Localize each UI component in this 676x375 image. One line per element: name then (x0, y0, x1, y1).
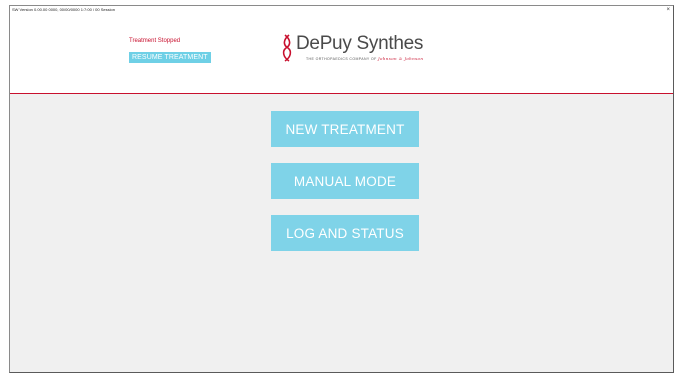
new-treatment-button[interactable]: NEW TREATMENT (271, 111, 419, 147)
app-window: SW Version 0.00.00 0000, 00/00/0000 1:7:… (9, 5, 674, 373)
logo-mark-icon (282, 34, 292, 62)
main-menu: NEW TREATMENT MANUAL MODE LOG AND STATUS (10, 94, 673, 372)
close-icon[interactable]: × (666, 7, 670, 13)
manual-mode-button[interactable]: MANUAL MODE (271, 163, 419, 199)
depuy-synthes-logo: DePuy Synthes THE ORTHOPAEDICS COMPANY O… (280, 31, 424, 65)
resume-treatment-button[interactable]: RESUME TREATMENT (129, 52, 211, 63)
logo-tagline-text: THE ORTHOPAEDICS COMPANY OF (306, 57, 377, 61)
window-title: SW Version 0.00.00 0000, 00/00/0000 1:7:… (12, 7, 115, 12)
logo-brand-text: DePuy Synthes (296, 33, 424, 54)
log-and-status-button[interactable]: LOG AND STATUS (271, 215, 419, 251)
logo-parent-text: Johnson & Johnson (378, 56, 424, 61)
logo-tagline: THE ORTHOPAEDICS COMPANY OF Johnson & Jo… (306, 56, 423, 61)
header: SW Version 0.00.00 0000, 00/00/0000 1:7:… (10, 6, 673, 93)
treatment-status: Treatment Stopped RESUME TREATMENT (129, 38, 211, 64)
status-text: Treatment Stopped (129, 38, 181, 44)
